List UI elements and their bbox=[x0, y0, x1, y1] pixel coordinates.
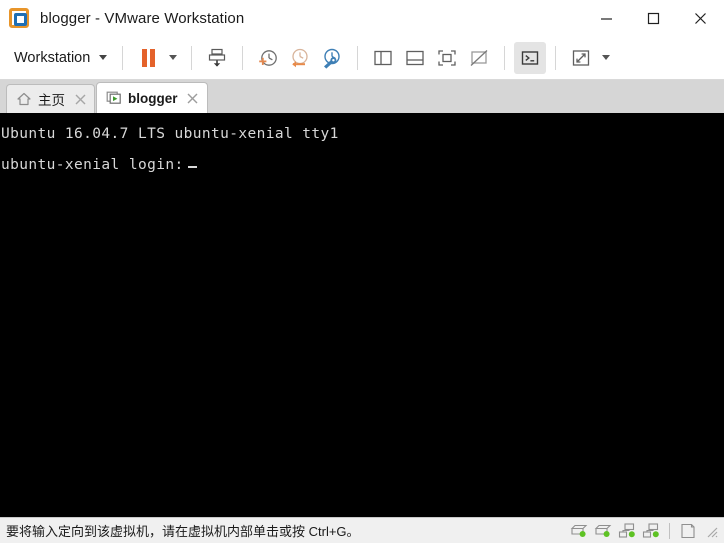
vm-console-screen[interactable]: Ubuntu 16.04.7 LTS ubuntu-xenial tty1 ub… bbox=[0, 113, 724, 517]
chevron-down-icon bbox=[602, 55, 611, 60]
console-line: Ubuntu 16.04.7 LTS ubuntu-xenial tty1 bbox=[1, 126, 339, 142]
tab-blogger-label: blogger bbox=[128, 90, 178, 106]
toolbar-separator bbox=[242, 45, 244, 70]
panel-bottom-icon bbox=[406, 50, 424, 65]
enter-fullscreen-button[interactable] bbox=[431, 42, 463, 74]
close-icon[interactable] bbox=[72, 91, 88, 107]
suspend-download-icon bbox=[209, 48, 226, 67]
workstation-menu-button[interactable]: Workstation bbox=[10, 43, 113, 73]
window-title: blogger - VMware Workstation bbox=[40, 9, 245, 27]
vmware-logo-icon bbox=[8, 7, 30, 29]
toolbar-separator bbox=[555, 45, 557, 70]
stretch-arrows-icon bbox=[573, 49, 590, 66]
toolbar-separator bbox=[122, 45, 124, 70]
status-device-icons bbox=[569, 518, 718, 543]
maximize-icon[interactable] bbox=[630, 0, 677, 36]
vm-tab-bar: 主页 blogger bbox=[0, 80, 724, 113]
hard-disk-1-status-icon[interactable] bbox=[569, 521, 589, 541]
toolbar-separator bbox=[191, 45, 193, 70]
close-icon[interactable] bbox=[677, 0, 724, 36]
unity-mode-button[interactable] bbox=[463, 42, 495, 74]
status-separator bbox=[669, 523, 670, 539]
pause-icon bbox=[141, 48, 155, 67]
pause-vm-button[interactable] bbox=[132, 42, 164, 74]
removable-device-status-icon[interactable] bbox=[678, 521, 698, 541]
vmware-workstation-window: blogger - VMware Workstation Workstation bbox=[0, 0, 724, 543]
console-prompt-icon bbox=[522, 50, 539, 65]
tab-blogger[interactable]: blogger bbox=[96, 82, 208, 113]
console-login-prompt: ubuntu-xenial login: bbox=[1, 157, 184, 173]
network-adapter-2-status-icon[interactable] bbox=[641, 521, 661, 541]
main-toolbar: Workstation bbox=[0, 36, 724, 80]
window-controls bbox=[583, 0, 724, 36]
snapshot-add-icon bbox=[259, 49, 278, 66]
toolbar-separator bbox=[357, 45, 359, 70]
status-message: 要将输入定向到该虚拟机，请在虚拟机内部单击或按 Ctrl+G。 bbox=[6, 524, 360, 539]
close-icon[interactable] bbox=[185, 90, 201, 106]
console-line: ubuntu-xenial login: bbox=[0, 150, 724, 181]
resize-grip-icon[interactable] bbox=[704, 524, 718, 538]
snapshot-revert-icon bbox=[292, 48, 308, 67]
fullscreen-icon bbox=[438, 49, 456, 66]
stretch-view-button[interactable] bbox=[565, 42, 597, 74]
hard-disk-2-status-icon[interactable] bbox=[593, 521, 613, 541]
chevron-down-icon bbox=[169, 55, 178, 60]
chevron-down-icon bbox=[99, 55, 108, 60]
show-library-button[interactable] bbox=[367, 42, 399, 74]
unity-disabled-icon bbox=[470, 49, 488, 66]
window-titlebar: blogger - VMware Workstation bbox=[0, 0, 724, 36]
workstation-menu-label: Workstation bbox=[14, 49, 91, 66]
snapshot-manager-icon bbox=[324, 48, 340, 69]
console-view-button[interactable] bbox=[514, 41, 547, 74]
view-dropdown-button[interactable] bbox=[597, 42, 615, 74]
tab-home-label: 主页 bbox=[38, 93, 65, 108]
console-cursor bbox=[187, 166, 197, 168]
take-snapshot-button[interactable] bbox=[252, 42, 284, 74]
vm-running-icon bbox=[106, 91, 121, 104]
snapshot-manager-button[interactable] bbox=[316, 42, 348, 74]
power-dropdown-button[interactable] bbox=[164, 42, 182, 74]
tab-home[interactable]: 主页 bbox=[6, 84, 95, 113]
panel-left-icon bbox=[374, 50, 392, 65]
home-icon bbox=[17, 92, 31, 106]
revert-snapshot-button[interactable] bbox=[284, 42, 316, 74]
suspend-vm-button[interactable] bbox=[201, 42, 233, 74]
toolbar-separator bbox=[504, 45, 506, 70]
status-bar: 要将输入定向到该虚拟机，请在虚拟机内部单击或按 Ctrl+G。 bbox=[0, 517, 724, 543]
network-adapter-1-status-icon[interactable] bbox=[617, 521, 637, 541]
minimize-icon[interactable] bbox=[583, 0, 630, 36]
show-thumbnail-bar-button[interactable] bbox=[399, 42, 431, 74]
